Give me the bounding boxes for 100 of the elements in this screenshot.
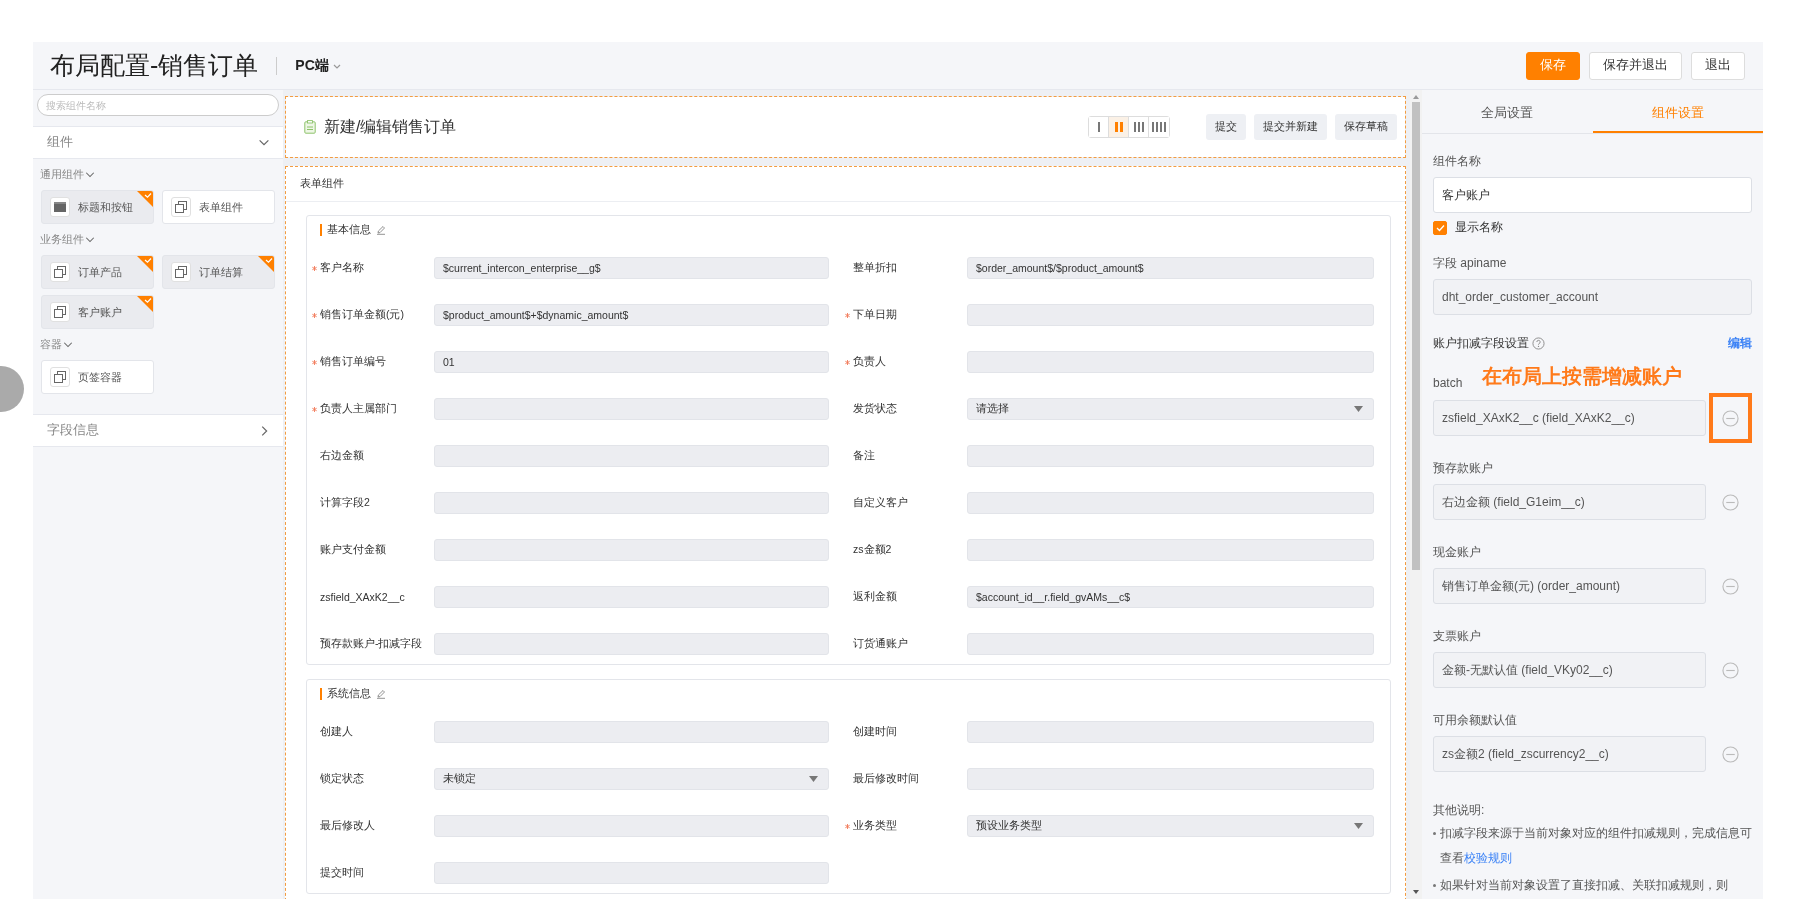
- section-title: 组件: [47, 134, 73, 151]
- input-field[interactable]: zs金额2 (field_zscurrency2__c): [1433, 736, 1707, 772]
- scroll-up-icon[interactable]: [1412, 94, 1420, 100]
- field-label: 订货通账户: [853, 637, 908, 651]
- rule-link[interactable]: 校验规则: [1464, 851, 1512, 865]
- input-field[interactable]: [434, 492, 829, 514]
- platform-dropdown[interactable]: PC端: [295, 56, 342, 75]
- field-label: 组件名称: [1433, 153, 1482, 167]
- section-title: 基本信息: [327, 223, 371, 237]
- input-field[interactable]: [434, 398, 829, 420]
- help-icon[interactable]: [1532, 337, 1545, 350]
- field-label: 字段 apiname: [1433, 255, 1508, 269]
- input-field[interactable]: [967, 351, 1374, 373]
- window-icon: [175, 266, 187, 278]
- account-label: 预存款账户: [1433, 461, 1493, 475]
- input-field[interactable]: 销售订单金额(元) (order_amount): [1433, 568, 1707, 604]
- input-field[interactable]: [967, 539, 1374, 561]
- minus-circle-icon[interactable]: [1722, 661, 1740, 679]
- scrollbar-thumb[interactable]: [1412, 102, 1420, 570]
- component-label: 标题和按钮: [78, 199, 133, 215]
- input-field[interactable]: $order_amount$/$product_amount$: [967, 257, 1374, 279]
- input-field[interactable]: [434, 815, 829, 837]
- input-field[interactable]: $current_intercon_enterprise__g$: [434, 257, 829, 279]
- input-field[interactable]: $product_amount$+$dynamic_amount$: [434, 304, 829, 326]
- input-field[interactable]: 客户账户: [1433, 177, 1752, 213]
- input-field[interactable]: [967, 445, 1374, 467]
- note-text: 如果针对当前对象设置了直接扣减、关联扣减规则，则: [1440, 877, 1728, 894]
- field-label: 业务类型: [853, 819, 897, 833]
- notes-title: 其他说明:: [1433, 802, 1486, 819]
- group-title: 容器: [40, 337, 62, 352]
- field-label: 右边金额: [320, 449, 364, 463]
- input-field[interactable]: [967, 304, 1374, 326]
- component-item[interactable]: 订单产品: [41, 255, 154, 289]
- settings-tab[interactable]: 全局设置: [1422, 96, 1593, 133]
- column-layout-option[interactable]: [1109, 117, 1129, 137]
- header-button[interactable]: 保存并退出: [1589, 51, 1682, 80]
- form-action-button[interactable]: 保存草稿: [1335, 114, 1397, 140]
- input-field[interactable]: [434, 862, 829, 884]
- field-label: zs金额2: [853, 543, 892, 557]
- input-field[interactable]: dht_order_customer_account: [1433, 279, 1752, 315]
- input-field[interactable]: 金额-无默认值 (field_VKy02__c): [1433, 652, 1707, 688]
- minus-circle-icon[interactable]: [1722, 577, 1740, 595]
- column-layout-option[interactable]: [1149, 117, 1169, 137]
- column-layout-option[interactable]: [1089, 117, 1109, 137]
- search-field[interactable]: 搜索组件名称: [37, 94, 279, 116]
- component-label: 页签容器: [78, 369, 122, 385]
- header-button[interactable]: 退出: [1691, 51, 1745, 80]
- select-field[interactable]: 请选择: [967, 398, 1374, 420]
- checkbox-label: 显示名称: [1455, 219, 1503, 236]
- scroll-down-icon[interactable]: [1412, 889, 1420, 895]
- field-label: 锁定状态: [320, 772, 364, 786]
- component-item[interactable]: 客户账户: [41, 295, 154, 329]
- caret-icon: [809, 776, 818, 782]
- window-icon: [54, 371, 66, 383]
- checkbox[interactable]: [1433, 220, 1447, 235]
- component-item[interactable]: 页签容器: [41, 360, 154, 394]
- input-field[interactable]: [967, 633, 1374, 655]
- input-field[interactable]: zsfield_XAxK2__c (field_XAxK2__c): [1433, 400, 1707, 436]
- window-icon: [54, 266, 66, 278]
- input-field[interactable]: [967, 492, 1374, 514]
- field-label: 账户支付金额: [320, 543, 386, 557]
- group-title: 业务组件: [40, 232, 84, 247]
- input-field[interactable]: 01: [434, 351, 829, 373]
- input-field[interactable]: [434, 633, 829, 655]
- select-field[interactable]: 未锁定: [434, 768, 829, 790]
- field-label: 返利金额: [853, 590, 897, 604]
- input-field[interactable]: [967, 721, 1374, 743]
- block-icon: [54, 202, 66, 212]
- minus-circle-icon[interactable]: [1722, 409, 1740, 427]
- input-field[interactable]: [434, 721, 829, 743]
- component-item[interactable]: 订单结算: [162, 255, 275, 289]
- minus-circle-icon[interactable]: [1722, 745, 1740, 763]
- section-title: 字段信息: [47, 422, 99, 439]
- select-field[interactable]: 预设业务类型: [967, 815, 1374, 837]
- added-badge-icon: [137, 256, 153, 272]
- input-field[interactable]: [434, 539, 829, 561]
- account-label: 可用余额默认值: [1433, 713, 1517, 727]
- account-label: 现金账户: [1433, 545, 1481, 559]
- edit-icon[interactable]: [376, 689, 386, 699]
- note-text: 扣减字段来源于当前对象对应的组件扣减规则，完成信息可查看校验规则: [1440, 825, 1752, 867]
- input-field[interactable]: [967, 768, 1374, 790]
- input-field[interactable]: $account_id__r.field_gvAMs__c$: [967, 586, 1374, 608]
- field-label: 整单折扣: [853, 261, 897, 275]
- component-label: 订单结算: [199, 264, 243, 280]
- component-item[interactable]: 表单组件: [162, 190, 275, 224]
- minus-circle-icon[interactable]: [1722, 493, 1740, 511]
- field-label: 自定义客户: [853, 496, 908, 510]
- form-action-button[interactable]: 提交并新建: [1254, 114, 1327, 140]
- field-label: 负责人: [853, 355, 886, 369]
- component-item[interactable]: 标题和按钮: [41, 190, 154, 224]
- input-field[interactable]: [434, 445, 829, 467]
- field-label: 预存款账户-扣减字段: [320, 637, 423, 651]
- edit-link[interactable]: 编辑: [1728, 335, 1752, 352]
- account-label: batch: [1433, 376, 1463, 390]
- edit-icon[interactable]: [376, 225, 386, 235]
- field-label: 下单日期: [853, 308, 897, 322]
- input-field[interactable]: 右边金额 (field_G1eim__c): [1433, 484, 1707, 520]
- form-action-button[interactable]: 提交: [1206, 114, 1246, 140]
- section-title: 账户扣减字段设置: [1433, 335, 1529, 352]
- input-field[interactable]: [434, 586, 829, 608]
